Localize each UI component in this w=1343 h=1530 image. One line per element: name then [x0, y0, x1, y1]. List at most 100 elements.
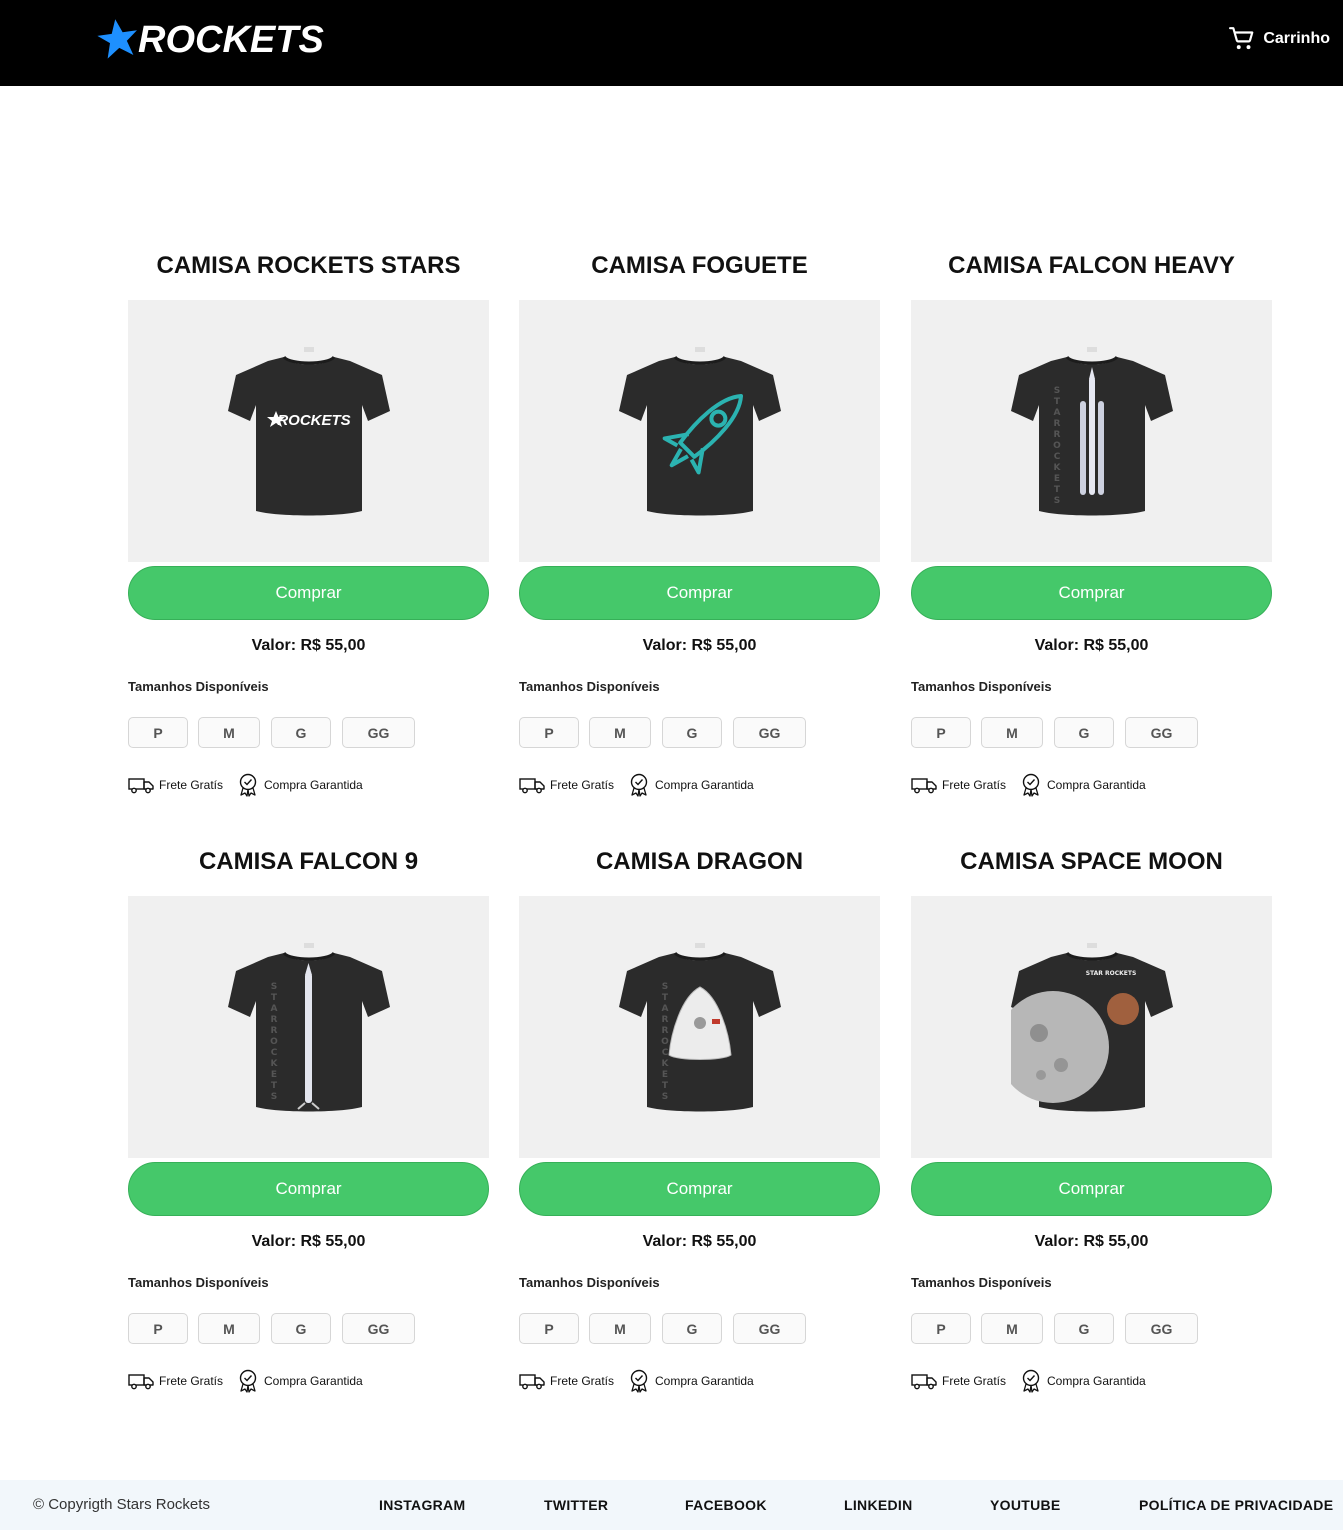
svg-text:R: R: [270, 1026, 277, 1036]
size-option-g[interactable]: G: [271, 717, 331, 748]
footer-link-youtube[interactable]: YOUTUBE: [990, 1497, 1061, 1513]
free-shipping-label: Frete Gratís: [942, 778, 1007, 792]
product-card: CAMISA SPACE MOON STAR ROCKETS Comprar V…: [911, 844, 1272, 1404]
size-option-gg[interactable]: GG: [1125, 717, 1198, 748]
size-option-gg[interactable]: GG: [342, 717, 415, 748]
footer-link-facebook[interactable]: FACEBOOK: [685, 1497, 767, 1513]
size-option-g[interactable]: G: [662, 1313, 722, 1344]
product-price: Valor: R$ 55,00: [1034, 637, 1149, 654]
size-option-p[interactable]: P: [911, 717, 971, 748]
free-shipping-badge: Frete Gratís: [911, 1372, 1006, 1390]
size-option-gg[interactable]: GG: [733, 717, 806, 748]
size-option-m[interactable]: M: [981, 717, 1043, 748]
free-shipping-label: Frete Gratís: [159, 778, 224, 792]
product-image[interactable]: STARROCKETS: [128, 896, 489, 1158]
size-option-gg[interactable]: GG: [342, 1313, 415, 1344]
svg-text:ROCKETS: ROCKETS: [277, 412, 350, 429]
size-option-m[interactable]: M: [589, 717, 651, 748]
size-option-m[interactable]: M: [589, 1313, 651, 1344]
cart-button[interactable]: Carrinho: [1229, 26, 1330, 52]
buy-button[interactable]: Comprar: [128, 1162, 489, 1216]
brand-logo[interactable]: ROCKETS: [96, 16, 324, 64]
truck-icon: [519, 778, 545, 794]
guaranteed-purchase-label: Compra Garantida: [264, 1374, 363, 1388]
size-option-gg[interactable]: GG: [1125, 1313, 1198, 1344]
svg-text:C: C: [661, 1048, 668, 1058]
top-navbar: ROCKETS Carrinho: [0, 0, 1343, 86]
footer: © Copyrigth Stars Rockets INSTAGRAM TWIT…: [0, 1480, 1343, 1530]
sizes-label: Tamanhos Disponíveis: [519, 679, 660, 694]
buy-button[interactable]: Comprar: [519, 566, 880, 620]
award-ribbon-icon: [630, 773, 648, 797]
svg-text:T: T: [270, 1081, 277, 1091]
product-price: Valor: R$ 55,00: [251, 1233, 366, 1250]
brand-name: ROCKETS: [138, 19, 324, 61]
size-option-m[interactable]: M: [198, 717, 260, 748]
svg-text:S: S: [270, 982, 276, 992]
svg-text:S: S: [270, 1092, 276, 1102]
guaranteed-purchase-badge: Compra Garantida: [237, 773, 363, 797]
size-option-p[interactable]: P: [911, 1313, 971, 1344]
sizes-label: Tamanhos Disponíveis: [128, 679, 269, 694]
buy-button[interactable]: Comprar: [911, 1162, 1272, 1216]
copyright-text: © Copyrigth Stars Rockets: [33, 1496, 210, 1513]
size-option-g[interactable]: G: [1054, 717, 1114, 748]
free-shipping-badge: Frete Gratís: [519, 1372, 614, 1390]
svg-text:T: T: [1053, 397, 1060, 407]
sizes-label: Tamanhos Disponíveis: [128, 1275, 269, 1290]
guaranteed-purchase-badge: Compra Garantida: [628, 1369, 754, 1393]
size-option-p[interactable]: P: [519, 1313, 579, 1344]
footer-link-linkedin[interactable]: LINKEDIN: [844, 1497, 913, 1513]
sizes-label: Tamanhos Disponíveis: [911, 1275, 1052, 1290]
award-ribbon-icon: [630, 1369, 648, 1393]
product-card: CAMISA FOGUETE Comprar Valor: R$ 55,00 T…: [519, 248, 880, 808]
product-image[interactable]: STARROCKETS: [911, 300, 1272, 562]
size-option-p[interactable]: P: [128, 1313, 188, 1344]
footer-link-instagram[interactable]: INSTAGRAM: [379, 1497, 465, 1513]
size-option-gg[interactable]: GG: [733, 1313, 806, 1344]
free-shipping-badge: Frete Gratís: [128, 1372, 223, 1390]
product-title: CAMISA SPACE MOON: [960, 848, 1223, 875]
truck-icon: [519, 1374, 545, 1390]
award-ribbon-icon: [1022, 773, 1040, 797]
buy-button[interactable]: Comprar: [128, 566, 489, 620]
product-image[interactable]: STARROCKETS: [519, 896, 880, 1158]
sizes-label: Tamanhos Disponíveis: [519, 1275, 660, 1290]
product-price: Valor: R$ 55,00: [642, 637, 757, 654]
size-option-p[interactable]: P: [519, 717, 579, 748]
svg-text:E: E: [661, 1070, 667, 1080]
tshirt-image: STARROCKETS: [1010, 347, 1173, 516]
svg-text:S: S: [1053, 386, 1059, 396]
truck-icon: [911, 1374, 937, 1390]
size-option-m[interactable]: M: [198, 1313, 260, 1344]
svg-text:R: R: [1053, 419, 1060, 429]
guaranteed-purchase-badge: Compra Garantida: [1020, 773, 1146, 797]
buy-button[interactable]: Comprar: [519, 1162, 880, 1216]
tshirt-image: STARROCKETS: [618, 943, 781, 1112]
size-option-g[interactable]: G: [662, 717, 722, 748]
svg-text:STAR ROCKETS: STAR ROCKETS: [1085, 970, 1136, 977]
product-image[interactable]: [519, 300, 880, 562]
size-option-g[interactable]: G: [1054, 1313, 1114, 1344]
footer-link-twitter[interactable]: TWITTER: [544, 1497, 608, 1513]
svg-text:A: A: [661, 1004, 668, 1014]
size-option-m[interactable]: M: [981, 1313, 1043, 1344]
product-image[interactable]: STAR ROCKETS: [911, 896, 1272, 1158]
tshirt-image: [618, 347, 781, 516]
buy-button[interactable]: Comprar: [911, 566, 1272, 620]
guaranteed-purchase-label: Compra Garantida: [1047, 778, 1146, 792]
tshirt-image: ROCKETS: [227, 347, 390, 516]
guaranteed-purchase-badge: Compra Garantida: [1020, 1369, 1146, 1393]
product-title: CAMISA FALCON HEAVY: [948, 252, 1235, 279]
product-image[interactable]: ROCKETS: [128, 300, 489, 562]
product-price: Valor: R$ 55,00: [642, 1233, 757, 1250]
size-option-g[interactable]: G: [271, 1313, 331, 1344]
free-shipping-badge: Frete Gratís: [519, 776, 614, 794]
size-option-p[interactable]: P: [128, 717, 188, 748]
product-title: CAMISA ROCKETS STARS: [156, 252, 461, 279]
product-card: CAMISA DRAGON STARROCKETS Comprar Valor:…: [519, 844, 880, 1404]
svg-text:T: T: [661, 993, 668, 1003]
svg-text:T: T: [1053, 485, 1060, 495]
footer-link-privacy-policy[interactable]: POLÍTICA DE PRIVACIDADE: [1139, 1497, 1333, 1513]
svg-text:K: K: [1053, 463, 1061, 473]
